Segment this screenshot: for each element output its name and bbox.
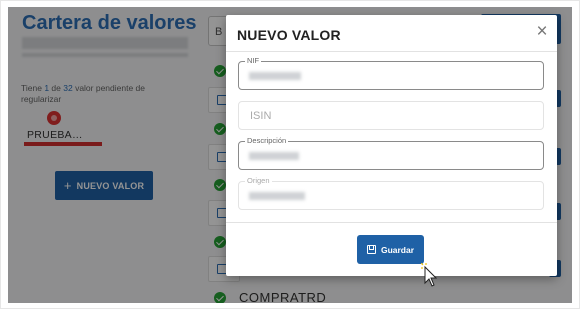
isin-placeholder: ISIN [250, 110, 272, 122]
nif-value-redacted [249, 72, 301, 80]
close-icon[interactable]: × [534, 22, 550, 41]
divider [226, 51, 557, 52]
new-value-dialog: NUEVO VALOR × NIF ISIN Descripción Orige… [226, 15, 557, 276]
origin-label: Origen [245, 176, 272, 185]
nif-label: NIF [245, 56, 262, 65]
origin-field: Origen [238, 176, 544, 210]
app-window: Cartera de valores Tiene 1 de 32 valor p… [8, 7, 572, 303]
description-value-redacted [249, 152, 299, 160]
isin-field[interactable]: ISIN [238, 101, 544, 130]
description-label: Descripción [245, 136, 289, 145]
nif-field[interactable]: NIF [238, 56, 544, 90]
origin-value-redacted [249, 192, 305, 200]
divider [226, 222, 557, 223]
save-button[interactable]: Guardar [357, 235, 424, 264]
dialog-title: NUEVO VALOR [237, 27, 341, 43]
description-field[interactable]: Descripción [238, 136, 544, 170]
mouse-cursor-icon [421, 263, 437, 287]
floppy-disk-icon [366, 245, 376, 254]
